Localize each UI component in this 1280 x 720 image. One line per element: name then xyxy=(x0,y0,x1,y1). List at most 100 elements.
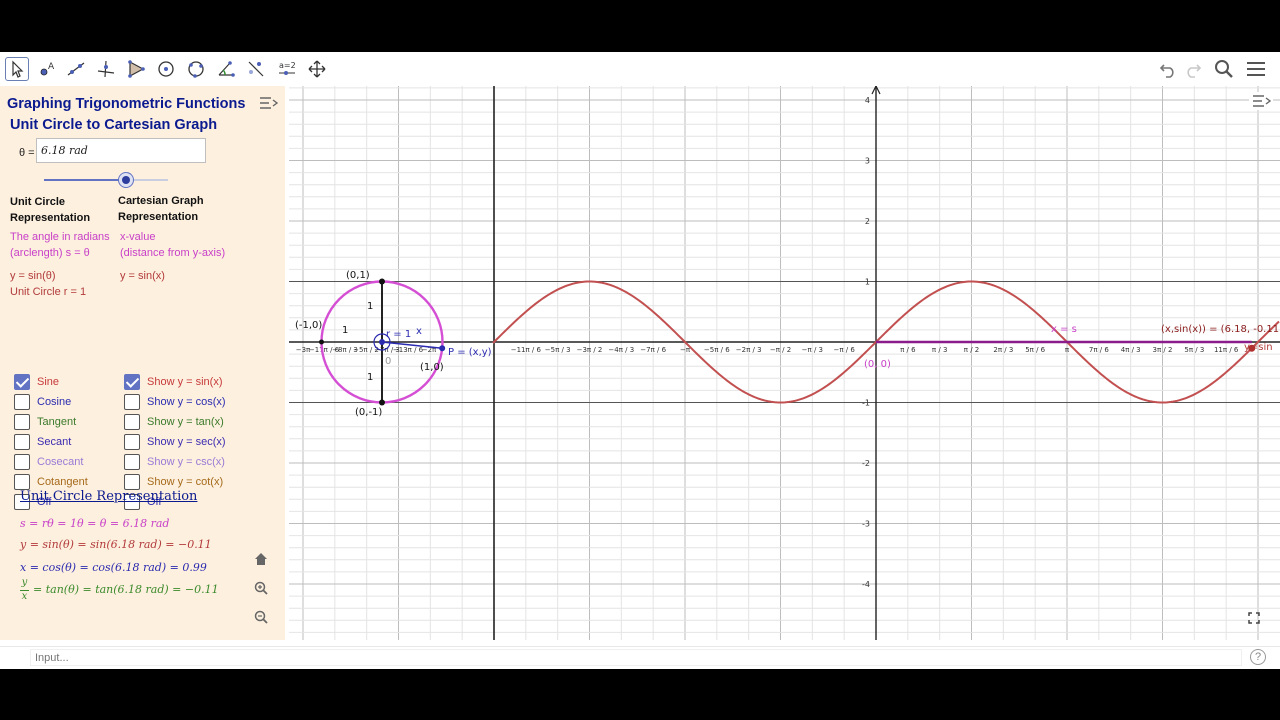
col1-r: Unit Circle r = 1 xyxy=(10,286,87,298)
menu-icon[interactable] xyxy=(1244,58,1268,80)
x-tick-label: π / 3 xyxy=(932,346,947,354)
sidebar-panel: Graphing Trigonometric Functions Unit Ci… xyxy=(0,86,285,640)
theta-input[interactable]: 6.18 rad xyxy=(36,138,206,163)
slider-tool-label: a=2 xyxy=(279,61,296,70)
polygon-tool-button[interactable] xyxy=(124,57,148,81)
x-tick-label: −5π / 3 xyxy=(545,346,571,354)
label-point-p: P = (x,y) xyxy=(448,347,492,358)
x-tick-label: −π / 6 xyxy=(833,346,855,354)
line-tool-button[interactable] xyxy=(64,57,88,81)
x-tick-label: π xyxy=(1065,346,1070,354)
right-checkbox-1[interactable] xyxy=(124,394,140,410)
reflect-tool-button[interactable] xyxy=(244,57,268,81)
page-title: Graphing Trigonometric Functions xyxy=(7,96,246,112)
col1-y: y = sin(θ) xyxy=(10,270,56,282)
left-checkbox-4[interactable] xyxy=(14,454,30,470)
slider-tool-button[interactable]: a=2 xyxy=(275,57,299,81)
col2-heading-2: Representation xyxy=(118,211,199,223)
undo-button[interactable] xyxy=(1156,58,1180,80)
left-checkbox-3[interactable] xyxy=(14,434,30,450)
sidebar-style-bar-icon[interactable] xyxy=(258,94,278,112)
col2-y: y = sin(x) xyxy=(120,270,165,282)
y-tick-label: -3 xyxy=(862,520,870,529)
right-checkbox-5[interactable] xyxy=(124,474,140,490)
graph-canvas[interactable]: 4 3 2 1 -1 -2 -3 -4 π / 6 π / 3 π / 2 2π / 3 5π / 6… xyxy=(289,84,1280,640)
origin-label: (0, 0) xyxy=(864,359,891,370)
page-subtitle: Unit Circle to Cartesian Graph xyxy=(10,117,218,133)
left-checkbox-label-2[interactable]: Tangent xyxy=(37,416,76,428)
x-tick-label: −2π / 3 xyxy=(736,346,762,354)
redo-button[interactable] xyxy=(1181,58,1205,80)
left-checkbox-label-3[interactable]: Secant xyxy=(37,436,71,448)
right-checkbox-2[interactable] xyxy=(124,414,140,430)
circle-tool-button[interactable] xyxy=(154,57,178,81)
label-one-bottom: 1 xyxy=(367,372,373,383)
move-graphics-tool-button[interactable] xyxy=(305,57,329,81)
left-checkbox-label-4[interactable]: Cosecant xyxy=(37,456,83,468)
left-checkbox-label-5[interactable]: Cotangent xyxy=(37,476,88,488)
y-tick-label: -4 xyxy=(862,580,870,589)
move-tool-button[interactable] xyxy=(5,57,29,81)
slider-thumb[interactable] xyxy=(117,172,134,188)
label-zero: 0 xyxy=(385,356,391,367)
left-checkbox-label-1[interactable]: Cosine xyxy=(37,396,71,408)
graphics-view[interactable]: 4 3 2 1 -1 -2 -3 -4 π / 6 π / 3 π / 2 2π / 3 5π / 6… xyxy=(289,84,1280,640)
theta-label: θ = xyxy=(19,147,35,159)
left-checkbox-5[interactable] xyxy=(14,474,30,490)
y-tick-label: 2 xyxy=(865,217,870,226)
eq-tan-rest: = tan(θ) = tan(6.18 rad) = −0.11 xyxy=(33,583,219,596)
search-icon[interactable] xyxy=(1212,58,1236,80)
x-tick-label: −5π / 6 xyxy=(704,346,730,354)
zoom-out-icon[interactable] xyxy=(251,607,271,627)
right-checkbox-4[interactable] xyxy=(124,454,140,470)
x-tick-label: 5π / 6 xyxy=(1025,346,1045,354)
circle-center-point xyxy=(379,339,385,345)
x-tick-label: −π / 3 xyxy=(802,346,823,354)
right-checkbox-0[interactable] xyxy=(124,374,140,390)
x-tick-label: 5π / 3 xyxy=(1184,346,1204,354)
right-checkbox-label-3[interactable]: Show y = sec(x) xyxy=(147,436,226,448)
fullscreen-icon[interactable] xyxy=(1244,608,1264,628)
left-checkbox-2[interactable] xyxy=(14,414,30,430)
help-icon[interactable]: ? xyxy=(1250,649,1266,665)
y-sin-label: y=sin xyxy=(1244,342,1273,353)
right-checkbox-label-5[interactable]: Show y = cot(x) xyxy=(147,476,223,488)
theta-value: 6.18 rad xyxy=(41,144,88,157)
zoom-in-icon[interactable] xyxy=(251,578,271,598)
label-0-1: (0,1) xyxy=(346,270,370,281)
eq-arclength: s = rθ = 1θ = θ = 6.18 rad xyxy=(20,517,170,530)
right-checkbox-label-0[interactable]: Show y = sin(x) xyxy=(147,376,223,388)
circle-three-points-tool-button[interactable] xyxy=(184,57,208,81)
y-tick-label: -2 xyxy=(862,459,870,468)
x-tick-label: −π / 2 xyxy=(770,346,791,354)
right-checkbox-label-1[interactable]: Show y = cos(x) xyxy=(147,396,226,408)
angle-tool-button[interactable] xyxy=(214,57,238,81)
point-on-curve[interactable] xyxy=(1248,344,1256,352)
x-tick-label: π / 2 xyxy=(964,346,979,354)
slider-fill xyxy=(44,179,126,181)
point-p xyxy=(439,345,446,352)
right-checkbox-3[interactable] xyxy=(124,434,140,450)
x-tick-label: 2π / 3 xyxy=(993,346,1013,354)
right-checkbox-label-2[interactable]: Show y = tan(x) xyxy=(147,416,224,428)
right-checkbox-label-4[interactable]: Show y = csc(x) xyxy=(147,456,225,468)
perpendicular-tool-button[interactable] xyxy=(94,57,118,81)
x-tick-label: π / 6 xyxy=(900,346,916,354)
col1-heading-2: Representation xyxy=(10,212,91,224)
point-tool-button[interactable]: A xyxy=(35,57,59,81)
left-checkbox-1[interactable] xyxy=(14,394,30,410)
graphics-style-bar-icon[interactable] xyxy=(1249,92,1273,110)
x-tick-label: −3π / 2 xyxy=(577,346,603,354)
ucr-heading: Unit Circle Representation xyxy=(20,489,198,504)
x-tick-labels: π / 6 π / 3 π / 2 2π / 3 5π / 6 π 7π / 6 4π / 3… xyxy=(511,346,1239,354)
theta-slider[interactable] xyxy=(44,172,168,188)
x-tick-label: 7π / 6 xyxy=(1089,346,1109,354)
col1-desc-1: The angle in radians xyxy=(10,231,110,243)
home-icon[interactable] xyxy=(251,549,271,569)
slider-thumb-dot xyxy=(121,176,130,184)
left-checkbox-label-0[interactable]: Sine xyxy=(37,376,59,388)
left-checkbox-0[interactable] xyxy=(14,374,30,390)
point-left xyxy=(319,339,324,345)
x-tick-label: 4π / 3 xyxy=(1121,346,1141,354)
input-field[interactable] xyxy=(30,649,1242,666)
